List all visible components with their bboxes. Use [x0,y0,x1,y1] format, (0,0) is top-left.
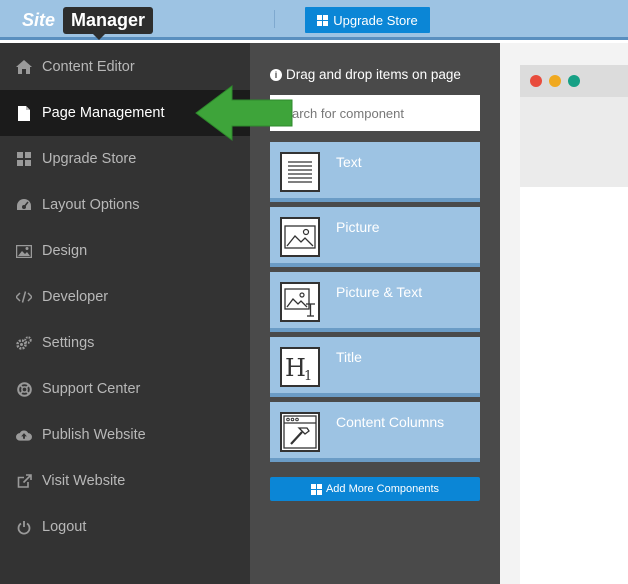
file-icon [16,105,32,121]
sidebar-item-visit-website[interactable]: Visit Website [0,458,250,504]
sidebar-item-label: Settings [42,335,95,351]
svg-text:H: H [285,354,306,382]
component-label: Picture [336,219,380,235]
sidebar-item-design[interactable]: Design [0,228,250,274]
info-icon: i [270,68,282,81]
component-text[interactable]: Text [270,142,480,202]
cloud-upload-icon [16,427,32,443]
grid-icon [310,483,322,495]
grid-icon [317,14,329,26]
component-label: Text [336,154,362,170]
sidebar-item-label: Content Editor [42,59,135,75]
hammer-window-icon [280,412,320,452]
sidebar-item-publish-website[interactable]: Publish Website [0,412,250,458]
svg-text:1: 1 [304,369,312,384]
external-link-icon [16,473,32,489]
upgrade-store-label: Upgrade Store [333,12,418,28]
cogs-icon [16,335,32,351]
browser-header-area [520,97,628,187]
sidebar-item-label: Layout Options [42,197,140,213]
sidebar-item-layout-options[interactable]: Layout Options [0,182,250,228]
site-manager-logo[interactable]: Site Manager [14,4,154,40]
code-icon [16,289,32,305]
sidebar-item-label: Publish Website [42,427,146,443]
grid-icon [16,151,32,167]
dashboard-icon [16,197,32,213]
component-label: Picture & Text [336,284,423,300]
component-content-columns[interactable]: Content Columns [270,402,480,462]
component-search-input[interactable] [270,95,480,131]
component-title[interactable]: H1 Title [270,337,480,397]
home-icon [16,59,32,75]
heading-h1-icon: H1 [280,347,320,387]
sidebar-item-label: Developer [42,289,109,305]
browser-title-bar [520,65,628,97]
window-maximize-dot [568,75,580,87]
add-more-components-button[interactable]: Add More Components [270,477,480,501]
window-close-dot [530,75,542,87]
green-arrow-icon [195,85,293,141]
picture-text-icon [280,282,320,322]
sidebar-item-label: Logout [42,519,87,535]
sidebar-item-label: Page Management [42,105,165,121]
panel-hint-text: Drag and drop items on page [286,67,461,82]
browser-mockup [520,65,628,584]
logo-manager-text: Manager [63,6,154,40]
picture-icon [280,217,320,257]
top-bar: Site Manager Upgrade Store [0,0,628,40]
component-picture-and-text[interactable]: Picture & Text [270,272,480,332]
upgrade-store-button[interactable]: Upgrade Store [305,7,430,33]
power-icon [16,519,32,535]
sidebar-item-label: Design [42,243,88,259]
sidebar-item-upgrade-store[interactable]: Upgrade Store [0,136,250,182]
sidebar-item-developer[interactable]: Developer [0,274,250,320]
top-divider [274,10,275,28]
text-lines-icon [280,152,320,192]
sidebar-item-logout[interactable]: Logout [0,504,250,550]
component-picture[interactable]: Picture [270,207,480,267]
window-minimize-dot [549,75,561,87]
image-icon [16,243,32,259]
sidebar-item-label: Upgrade Store [42,151,137,167]
sidebar-item-label: Support Center [42,381,141,397]
sidebar-item-settings[interactable]: Settings [0,320,250,366]
lifebuoy-icon [16,381,32,397]
page-preview [500,43,628,584]
sidebar-item-label: Visit Website [42,473,126,489]
panel-hint: i Drag and drop items on page [270,67,461,82]
add-more-components-label: Add More Components [325,483,440,495]
component-label: Content Columns [336,414,445,430]
logo-site-text: Site [22,9,56,30]
component-label: Title [336,349,362,365]
sidebar-item-support-center[interactable]: Support Center [0,366,250,412]
